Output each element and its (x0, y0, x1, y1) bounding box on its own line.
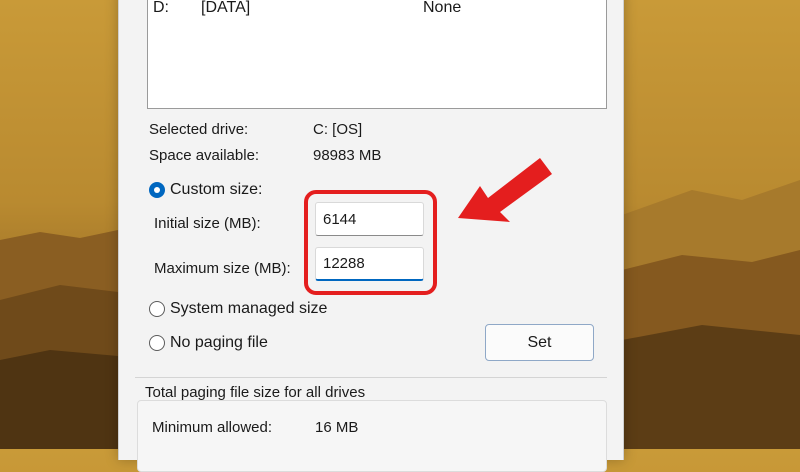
custom-size-option[interactable]: Custom size: (149, 179, 262, 201)
total-paging-title: Total paging file size for all drives (145, 384, 366, 401)
set-button[interactable]: Set (485, 324, 594, 361)
custom-size-label: Custom size: (170, 181, 263, 198)
no-paging-radio[interactable] (149, 335, 165, 351)
minimum-allowed-label: Minimum allowed: (152, 419, 273, 436)
minimum-allowed-value: 16 MB (315, 419, 359, 436)
initial-size-label: Initial size (MB): (154, 215, 261, 232)
desktop-wallpaper-left (0, 230, 118, 449)
drive-list[interactable]: D: [DATA] None (147, 0, 607, 109)
drive-row-d[interactable]: D: [DATA] None (151, 0, 591, 19)
drive-paging-size: None (423, 0, 462, 16)
maximum-size-input[interactable] (315, 247, 424, 281)
total-paging-group (137, 400, 607, 472)
initial-size-input[interactable] (315, 202, 424, 236)
no-paging-label: No paging file (170, 334, 268, 351)
drive-letter: D: (153, 0, 169, 16)
system-managed-option[interactable]: System managed size (149, 298, 327, 320)
space-available-value: 98983 MB (313, 147, 382, 164)
space-available-label: Space available: (149, 147, 260, 164)
selected-drive-value: C: [OS] (313, 121, 363, 138)
no-paging-option[interactable]: No paging file (149, 332, 268, 354)
section-divider (135, 377, 607, 378)
system-managed-radio[interactable] (149, 301, 165, 317)
system-managed-label: System managed size (170, 300, 328, 317)
selected-drive-label: Selected drive: (149, 121, 249, 138)
virtual-memory-dialog: D: [DATA] None Selected drive: C: [OS] S… (118, 0, 624, 472)
drive-label: [DATA] (201, 0, 251, 16)
desktop-wallpaper-right (622, 180, 800, 449)
maximum-size-label: Maximum size (MB): (154, 260, 291, 277)
custom-size-radio[interactable] (149, 182, 165, 198)
